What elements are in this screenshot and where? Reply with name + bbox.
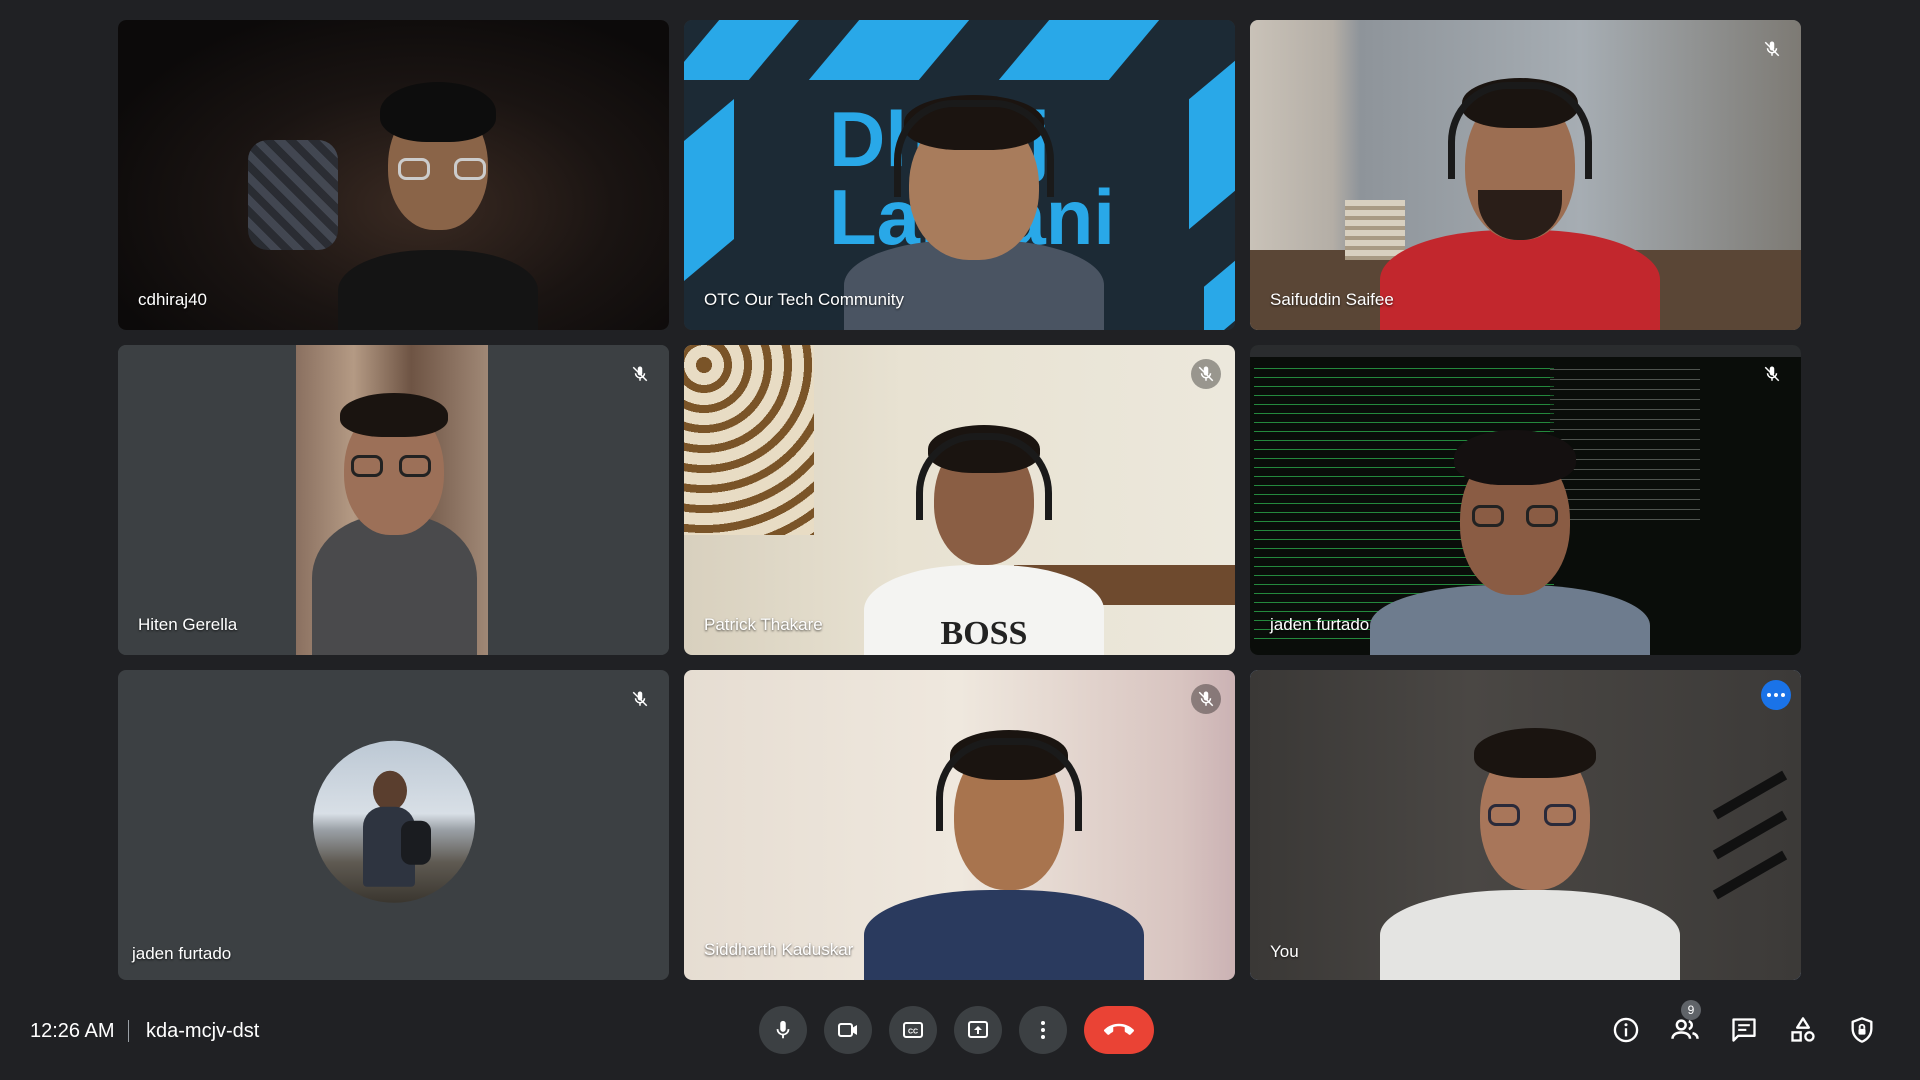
call-controls: CC [759, 1006, 1154, 1054]
mic-off-icon [625, 684, 655, 714]
participant-video-person [1360, 425, 1660, 655]
participant-name: jaden furtado [132, 944, 232, 963]
microphone-button[interactable] [759, 1006, 807, 1054]
activities-button[interactable] [1787, 1014, 1819, 1046]
participant-video-person [1370, 60, 1670, 330]
people-icon [1671, 1019, 1699, 1039]
participant-tile-jaden-furtado-1[interactable]: jaden furtado [1250, 345, 1801, 655]
svg-text:CC: CC [908, 1029, 918, 1036]
divider [128, 1020, 129, 1042]
meeting-details-button[interactable] [1610, 1014, 1642, 1046]
mic-off-icon [1757, 359, 1787, 389]
more-options-button[interactable] [1019, 1006, 1067, 1054]
participant-avatar [312, 740, 475, 903]
more-options-icon [1041, 1021, 1045, 1039]
present-icon [968, 1021, 988, 1038]
bottom-bar: 12:26 AM kda-mcjv-dst CC 9 [0, 1000, 1920, 1080]
people-button[interactable]: 9 [1669, 1000, 1701, 1046]
participant-tile-saifuddin-saifee[interactable]: Saifuddin Saifee [1250, 20, 1801, 330]
shirt-text: BOSS [940, 615, 1028, 652]
meeting-code: kda-mcjv-dst [146, 1020, 260, 1042]
participant-name: Siddharth Kaduskar [704, 940, 854, 959]
participant-tile-hiten-gerella[interactable]: Hiten Gerella [118, 345, 669, 655]
pillow [248, 140, 338, 250]
participant-name: cdhiraj40 [138, 290, 207, 309]
leave-call-button[interactable] [1084, 1006, 1154, 1054]
side-panel-controls: 9 [1610, 1000, 1878, 1046]
participant-tile-jaden-furtado-2[interactable]: jaden furtado [118, 670, 669, 980]
participant-tile-cdhiraj40[interactable]: cdhiraj40 [118, 20, 669, 330]
participant-tile-siddharth-kaduskar[interactable]: Siddharth Kaduskar [684, 670, 1235, 980]
captions-icon: CC [903, 1022, 923, 1038]
present-button[interactable] [954, 1006, 1002, 1054]
meeting-time: 12:26 AM [30, 1020, 115, 1042]
video-grid: cdhiraj40 Dhiraj Lalwani OTC Our Tech Co… [118, 20, 1801, 980]
mic-off-icon [625, 359, 655, 389]
curtain [684, 345, 814, 535]
participant-name: Saifuddin Saifee [1270, 290, 1394, 309]
participant-tile-you[interactable]: You [1250, 670, 1801, 980]
host-controls-button[interactable] [1846, 1014, 1878, 1046]
info-icon [1613, 1017, 1639, 1043]
participant-name: Hiten Gerella [138, 615, 238, 634]
participant-name: jaden furtado [1270, 615, 1370, 634]
camera-button[interactable] [824, 1006, 872, 1054]
activities-icon [1791, 1017, 1815, 1042]
more-options-button[interactable] [1761, 680, 1791, 710]
chat-button[interactable] [1728, 1014, 1760, 1046]
camera-icon [838, 1023, 857, 1037]
captions-button[interactable]: CC [889, 1006, 937, 1054]
participant-name: Patrick Thakare [704, 615, 823, 634]
end-call-icon [1104, 1023, 1134, 1035]
mic-off-icon [1191, 684, 1221, 714]
mic-icon [776, 1020, 790, 1039]
participant-tile-otc[interactable]: Dhiraj Lalwani OTC Our Tech Community [684, 20, 1235, 330]
host-controls-icon [1851, 1017, 1873, 1043]
participant-video [296, 345, 488, 655]
participant-video-person [1370, 720, 1690, 980]
mic-off-icon [1757, 34, 1787, 64]
participant-video-person [318, 60, 558, 330]
participant-tile-patrick-thakare[interactable]: BOSS Patrick Thakare [684, 345, 1235, 655]
chat-icon [1732, 1018, 1756, 1042]
people-count-badge: 9 [1681, 1000, 1701, 1020]
participant-name: OTC Our Tech Community [704, 290, 904, 309]
participant-video-person: BOSS [854, 425, 1114, 655]
mic-off-icon [1191, 359, 1221, 389]
participant-video-person [854, 730, 1154, 980]
participant-name: You [1270, 942, 1299, 961]
